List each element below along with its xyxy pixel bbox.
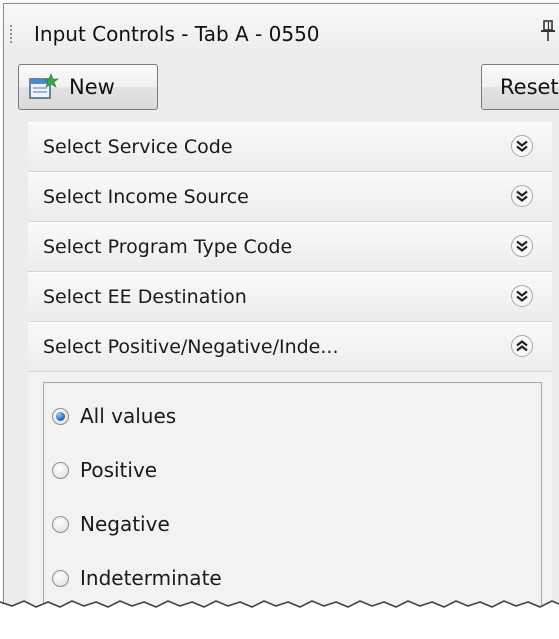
radio-option-all-values[interactable]: All values [44,389,541,443]
radio-option-indeterminate[interactable]: Indeterminate [44,551,541,605]
expand-chevron-icon[interactable] [510,234,534,258]
radio-button[interactable] [52,461,69,479]
section-income-source[interactable]: Select Income Source [28,172,552,222]
section-label: Select Income Source [43,186,249,208]
panel-title: Input Controls - Tab A - 0550 [34,22,320,46]
section-label: Select EE Destination [43,286,247,308]
panel-title-bar[interactable]: Input Controls - Tab A - 0550 [4,4,559,56]
section-label: Select Service Code [43,136,233,158]
reset-button[interactable]: Reset [481,64,559,110]
radio-button-selected[interactable] [52,407,69,425]
drag-grip-icon[interactable] [10,24,12,44]
radio-label: Indeterminate [80,566,222,590]
expand-chevron-icon[interactable] [510,134,534,158]
new-button-label: New [69,75,115,99]
section-label: Select Positive/Negative/Inde... [43,336,339,358]
accordion-list: Select Service Code Select Income Source… [28,122,552,618]
pin-icon[interactable] [541,20,555,42]
radio-button[interactable] [52,515,69,533]
radio-label: Negative [80,512,170,536]
torn-edge-decoration [0,600,559,639]
section-service-code[interactable]: Select Service Code [28,122,552,172]
new-document-icon [29,73,59,99]
radio-option-positive[interactable]: Positive [44,443,541,497]
section-ee-destination[interactable]: Select EE Destination [28,272,552,322]
section-program-type-code[interactable]: Select Program Type Code [28,222,552,272]
radio-option-negative[interactable]: Negative [44,497,541,551]
reset-button-label: Reset [500,75,559,99]
collapse-chevron-icon[interactable] [510,334,534,358]
section-label: Select Program Type Code [43,236,293,258]
radio-label: All values [80,404,177,428]
section-positive-negative[interactable]: Select Positive/Negative/Inde... [28,322,552,372]
radio-label: Positive [80,458,158,482]
new-button[interactable]: New [18,64,158,110]
toolbar: New Reset [4,64,559,114]
radio-button[interactable] [52,569,69,587]
expand-chevron-icon[interactable] [510,184,534,208]
value-sign-radio-group: All values Positive Negative Indetermina… [43,382,542,618]
expand-chevron-icon[interactable] [510,284,534,308]
